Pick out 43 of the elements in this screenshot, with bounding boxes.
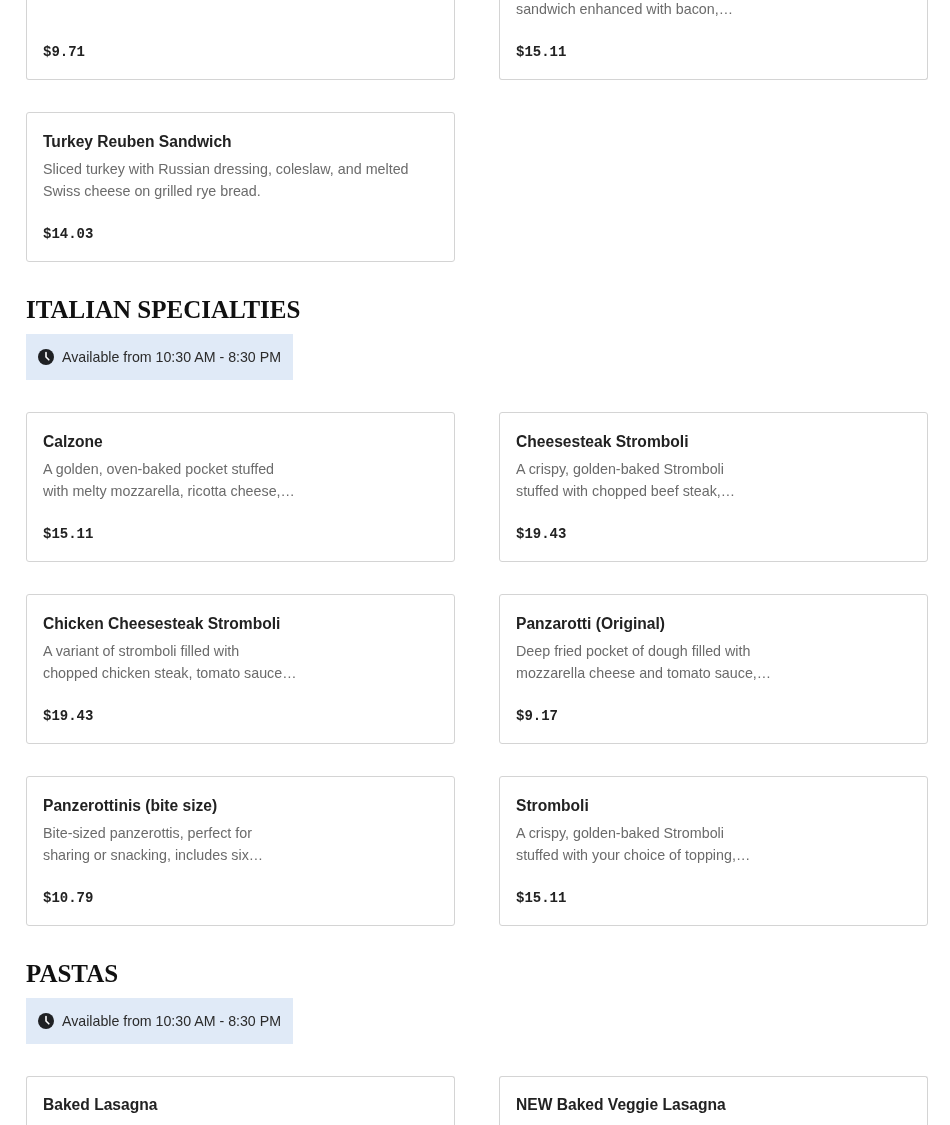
item-name: Panzerottinis (bite size)	[43, 796, 218, 816]
availability-text: Available from 10:30 AM - 8:30 PM	[62, 348, 281, 367]
item-description: A golden, oven-baked pocket stuffed with melty mozzarella, ricotta cheese,…	[43, 460, 295, 501]
item-description: A variant of stromboli filled with chopped chicken steak, tomato sauce…	[43, 642, 297, 683]
item-description: sandwich enhanced with bacon,…	[516, 0, 733, 19]
item-price: $9.71	[43, 43, 85, 62]
menu-item-card[interactable]: Baked Lasagna	[26, 1076, 455, 1125]
item-name: Baked Lasagna	[43, 1095, 158, 1115]
item-name: Calzone	[43, 432, 103, 452]
section-heading: PASTAS	[26, 959, 119, 989]
item-name: NEW Baked Veggie Lasagna	[516, 1095, 726, 1115]
item-price: $19.43	[516, 525, 567, 544]
item-price: $14.03	[43, 225, 94, 244]
section-heading: ITALIAN SPECIALTIES	[26, 295, 301, 325]
clock-icon	[38, 1013, 54, 1029]
availability-text: Available from 10:30 AM - 8:30 PM	[62, 1012, 281, 1031]
menu-item-card[interactable]: Cheesesteak Stromboli A crispy, golden-baked Stromboli stuffed with chopped beef steak,… $19.43	[499, 412, 928, 562]
item-description: Deep fried pocket of dough filled with mozzarella cheese and tomato sauce,…	[516, 642, 772, 683]
item-price: $10.79	[43, 889, 94, 908]
item-price: $15.11	[516, 889, 567, 908]
menu-item-card[interactable]: Panzerottinis (bite size) Bite-sized panzerottis, perfect for sharing or snacking, includes six… $10.79	[26, 776, 455, 926]
menu-item-card[interactable]: Panzarotti (Original) Deep fried pocket of dough filled with mozzarella cheese and tomato sauce,… $9.17	[499, 594, 928, 744]
item-price: $15.11	[516, 43, 567, 62]
menu-item-card[interactable]: Stromboli A crispy, golden-baked Stromboli stuffed with your choice of topping,… $15.11	[499, 776, 928, 926]
item-price: $9.17	[516, 707, 558, 726]
menu-item-card[interactable]: $9.71	[26, 0, 455, 80]
item-name: Chicken Cheesesteak Stromboli	[43, 614, 281, 634]
item-name: Stromboli	[516, 796, 589, 816]
menu-item-card[interactable]: Chicken Cheesesteak Stromboli A variant of stromboli filled with chopped chicken steak, tomato sauce… $19.43	[26, 594, 455, 744]
menu-item-card[interactable]: NEW Baked Veggie Lasagna	[499, 1076, 928, 1125]
item-name: Turkey Reuben Sandwich	[43, 132, 232, 152]
item-description: Bite-sized panzerottis, perfect for sharing or snacking, includes six…	[43, 824, 264, 865]
item-name: Cheesesteak Stromboli	[516, 432, 689, 452]
item-name: Panzarotti (Original)	[516, 614, 666, 634]
clock-icon	[38, 349, 54, 365]
item-price: $19.43	[43, 707, 94, 726]
menu-item-card[interactable]: Calzone A golden, oven-baked pocket stuffed with melty mozzarella, ricotta cheese,… $15.11	[26, 412, 455, 562]
menu-item-card[interactable]: sandwich enhanced with bacon,… $15.11	[499, 0, 928, 80]
item-description: A crispy, golden-baked Stromboli stuffed with chopped beef steak,…	[516, 460, 736, 501]
item-description: Sliced turkey with Russian dressing, coleslaw, and melted Swiss cheese on grilled rye bread.	[43, 160, 409, 201]
menu-item-card[interactable]: Turkey Reuben Sandwich Sliced turkey with Russian dressing, coleslaw, and melted Swiss cheese on grilled rye bread. $14.03	[26, 112, 455, 262]
item-description: A crispy, golden-baked Stromboli stuffed with your choice of topping,…	[516, 824, 751, 865]
item-price: $15.11	[43, 525, 94, 544]
